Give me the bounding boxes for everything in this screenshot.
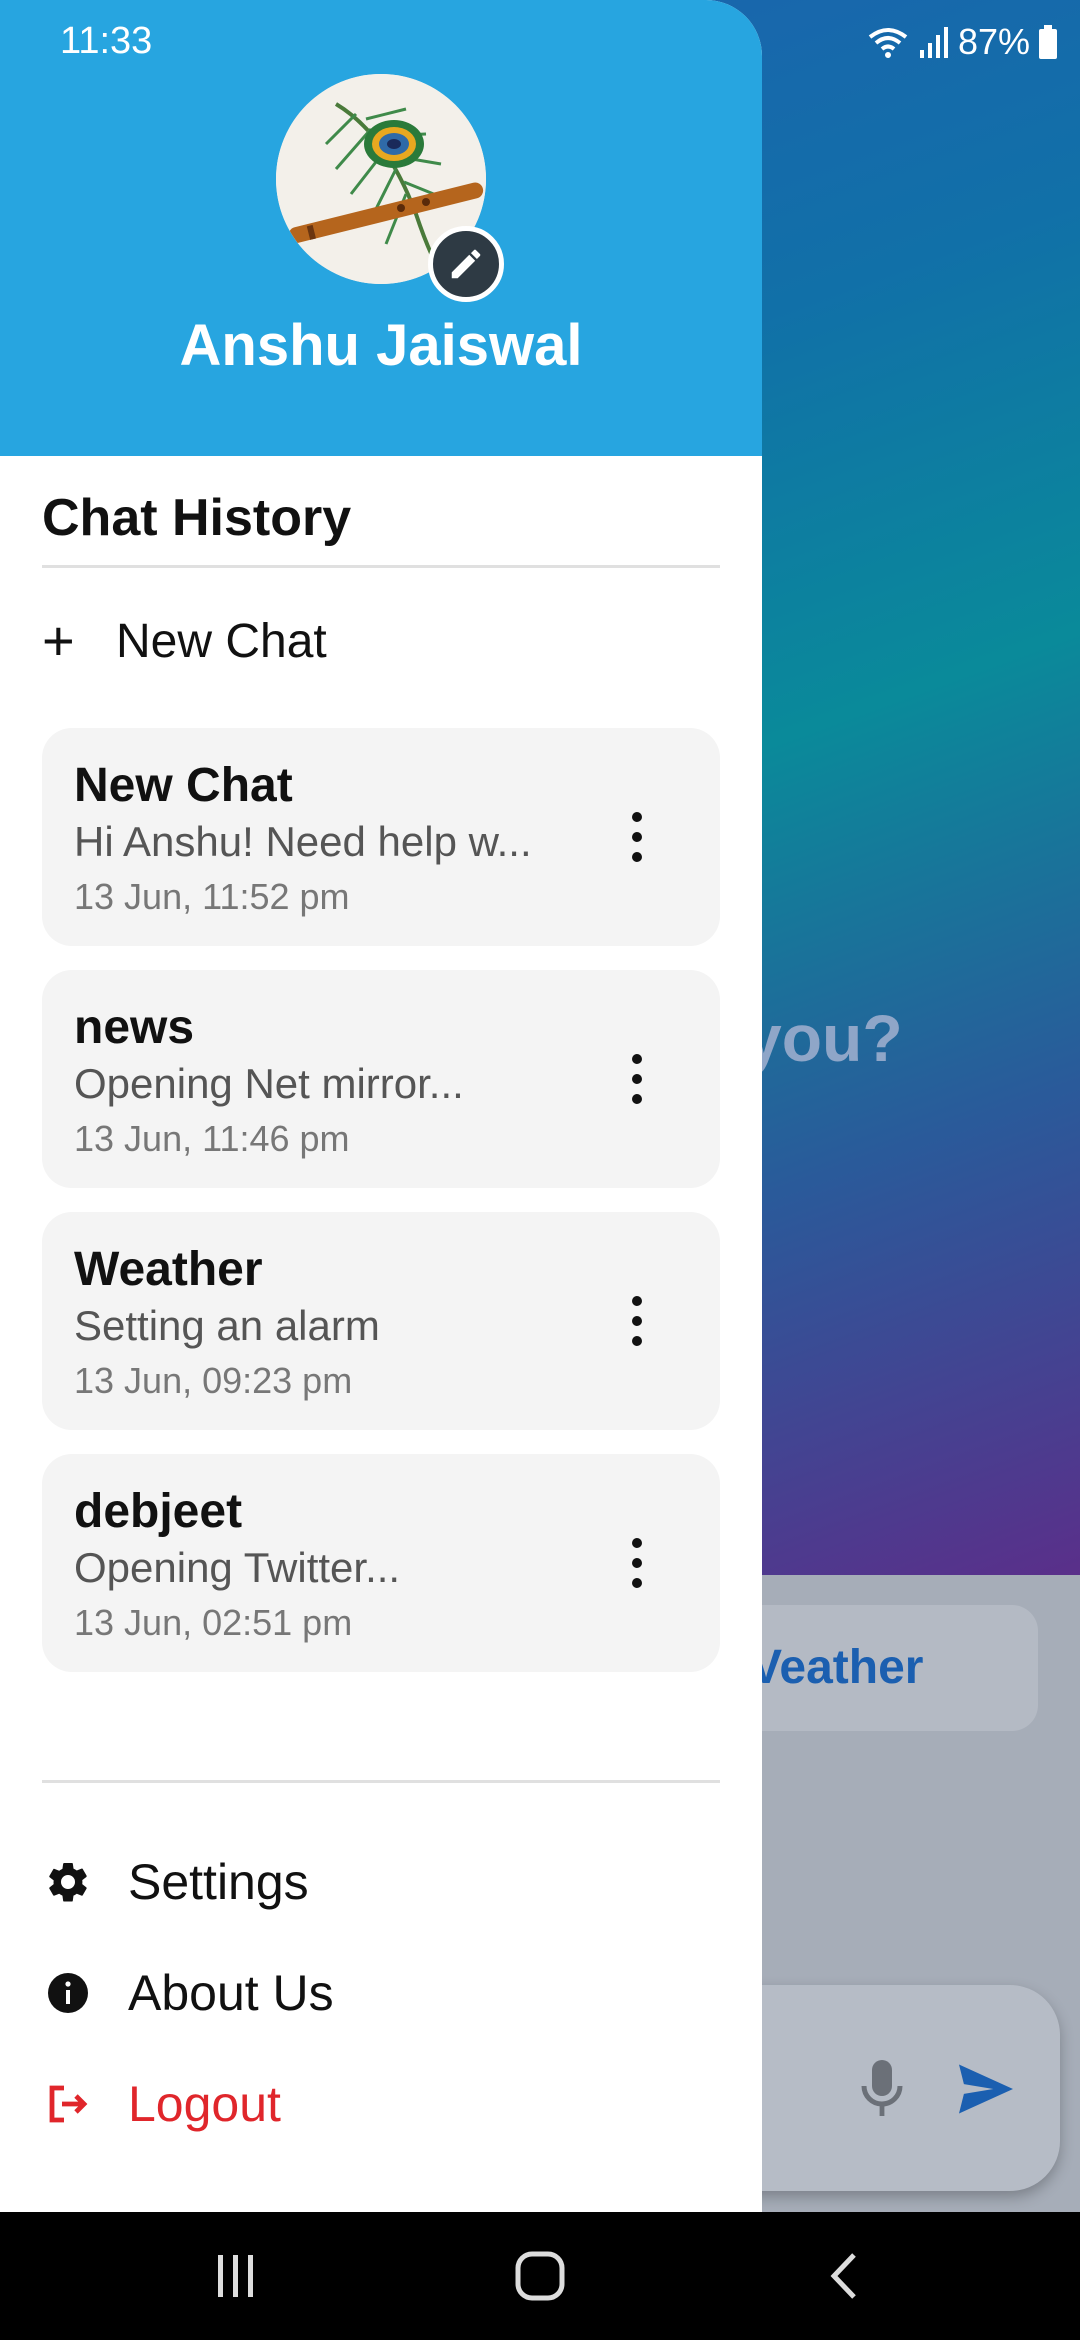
new-chat-button[interactable]: + New Chat [42, 604, 720, 678]
chat-preview: Setting an alarm [74, 1302, 380, 1349]
new-chat-label: New Chat [116, 614, 327, 668]
battery-icon [1039, 25, 1057, 59]
edit-profile-button[interactable] [428, 226, 504, 302]
chat-history-item[interactable]: debjeet Opening Twitter... 13 Jun, 02:51… [42, 1454, 720, 1672]
chat-preview: Opening Net mirror... [74, 1060, 464, 1107]
about-us-menu-item[interactable]: About Us [42, 1953, 720, 2033]
user-name: Anshu Jaiswal [179, 313, 583, 378]
logout-menu-item[interactable]: Logout [42, 2064, 720, 2144]
system-navigation-bar [0, 2212, 1080, 2340]
microphone-icon [861, 2060, 903, 2116]
chat-title: debjeet [74, 1485, 243, 1538]
divider [42, 1780, 720, 1783]
more-options-icon[interactable] [617, 1538, 657, 1588]
chat-preview: Hi Anshu! Need help w... [74, 818, 532, 865]
more-options-icon[interactable] [617, 1054, 657, 1104]
chat-history-title: Chat History [42, 489, 352, 547]
signal-icon [919, 27, 948, 58]
home-icon [515, 2251, 565, 2301]
logout-icon [42, 2078, 94, 2130]
background-chip-label: Veather [750, 1641, 924, 1694]
back-icon [830, 2253, 856, 2299]
divider [42, 565, 720, 568]
chat-history-item[interactable]: news Opening Net mirror... 13 Jun, 11:46… [42, 970, 720, 1188]
send-icon [959, 2064, 1013, 2114]
navigation-drawer: Anshu Jaiswal Chat History + New Chat Ne… [0, 0, 762, 2212]
logout-label: Logout [128, 2076, 281, 2132]
chat-title: news [74, 1001, 195, 1054]
more-options-icon[interactable] [617, 812, 657, 862]
background-question-text: you? [745, 1001, 903, 1075]
chat-timestamp: 13 Jun, 11:52 pm [74, 876, 350, 917]
plus-icon: + [42, 609, 75, 672]
recent-apps-icon [218, 2255, 253, 2297]
about-us-label: About Us [128, 1965, 334, 2021]
pencil-icon [451, 249, 481, 279]
info-icon [42, 1967, 94, 2019]
status-time: 11:33 [60, 20, 153, 62]
more-options-icon[interactable] [617, 1296, 657, 1346]
wifi-icon [868, 28, 908, 58]
chat-title: New Chat [74, 759, 293, 812]
chat-timestamp: 13 Jun, 02:51 pm [74, 1602, 353, 1643]
back-button[interactable] [818, 2246, 868, 2306]
chat-history-item[interactable]: New Chat Hi Anshu! Need help w... 13 Jun… [42, 728, 720, 946]
battery-percentage: 87% [957, 21, 1030, 62]
chat-timestamp: 13 Jun, 11:46 pm [74, 1118, 350, 1159]
settings-menu-item[interactable]: Settings [42, 1842, 720, 1922]
recent-apps-button[interactable] [208, 2246, 264, 2306]
gear-icon [42, 1856, 94, 1908]
home-button[interactable] [508, 2246, 572, 2306]
status-bar-right: 87% [866, 18, 1058, 66]
chat-history-item[interactable]: Weather Setting an alarm 13 Jun, 09:23 p… [42, 1212, 720, 1430]
settings-label: Settings [128, 1854, 309, 1910]
chat-preview: Opening Twitter... [74, 1544, 401, 1591]
chat-title: Weather [74, 1243, 263, 1296]
chat-timestamp: 13 Jun, 09:23 pm [74, 1360, 353, 1401]
